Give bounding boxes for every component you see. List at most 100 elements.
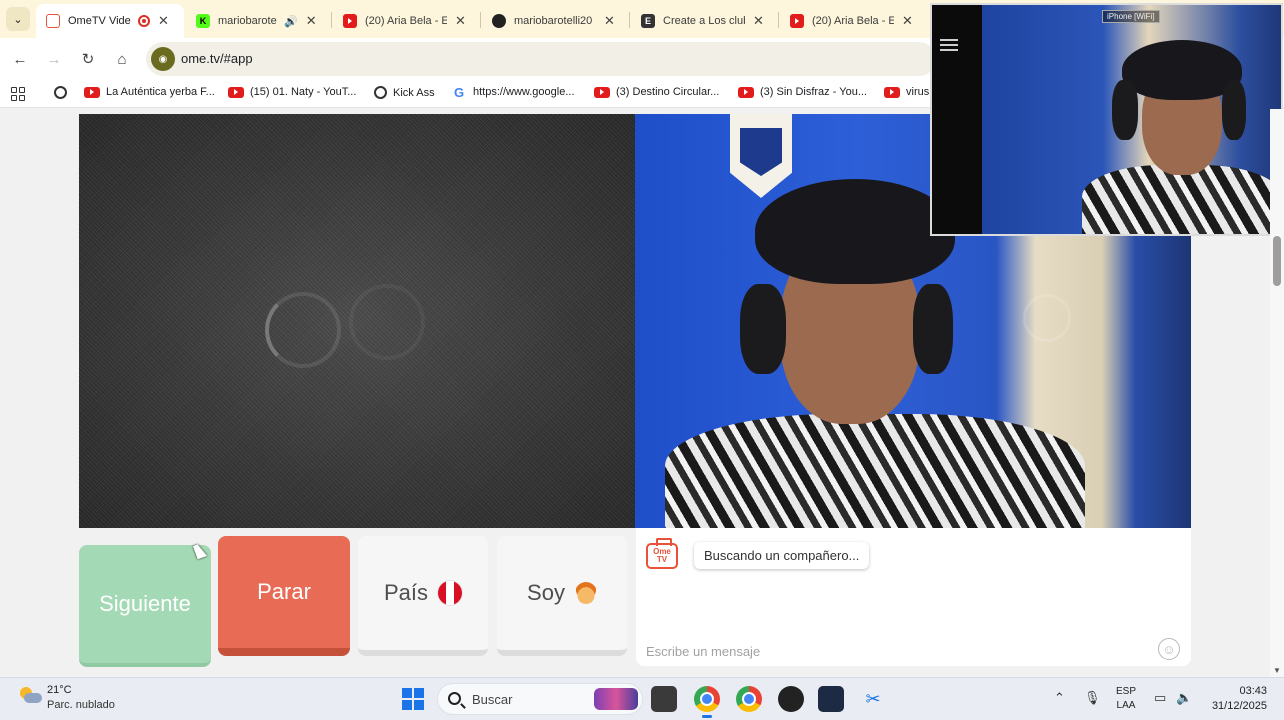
message-input[interactable] [646, 642, 1146, 660]
tab-create-club[interactable]: E Create a Los club ✕ [631, 4, 777, 38]
close-tab-icon[interactable]: ✕ [753, 13, 764, 29]
chevron-up-icon[interactable]: ⌃ [1054, 690, 1065, 706]
pip-device-label: iPhone [WiFi] [1102, 10, 1160, 23]
chrome-profile-icon[interactable] [736, 686, 762, 712]
country-button[interactable]: País [358, 536, 488, 656]
microphone-icon[interactable]: 🎙 [1084, 690, 1101, 706]
boy-emoji-icon [574, 582, 597, 604]
back-arrow-icon[interactable]: ← [9, 48, 31, 70]
network-icon[interactable]: ▭ [1154, 690, 1166, 706]
tab-title: mariobarote [218, 15, 277, 27]
search-icon [448, 692, 461, 705]
youtube-icon [790, 14, 804, 28]
loading-spinner-icon [265, 292, 341, 368]
tab-title: (20) Aria Bela - E [812, 15, 894, 27]
chrome-icon[interactable] [694, 686, 720, 718]
close-tab-icon[interactable]: ✕ [902, 13, 913, 29]
youtube-icon [84, 86, 100, 98]
obs-icon[interactable] [778, 686, 804, 712]
tab-github[interactable]: mariobarotelli20 ✕ [482, 4, 628, 38]
youtube-icon [228, 86, 244, 98]
address-bar[interactable]: ◉ ome.tv/#app [146, 42, 936, 76]
stop-button[interactable]: Parar [218, 536, 350, 656]
search-highlight-image [594, 688, 638, 710]
loading-spinner-icon [349, 284, 425, 360]
language-indicator[interactable]: ESP LAA [1116, 685, 1136, 713]
weather-cloud-sun-icon[interactable] [18, 687, 42, 705]
tab-title: OmeTV Vide [68, 15, 131, 27]
bookmark-item[interactable]: (3) Sin Disfraz - You... [738, 86, 867, 98]
github-icon [492, 14, 506, 28]
system-clock[interactable]: 03:43 31/12/2025 [1205, 684, 1267, 714]
ometv-logo-icon: Ome TV [646, 543, 678, 569]
bookmark-item[interactable] [54, 86, 73, 99]
youtube-icon [594, 86, 610, 98]
bookmark-label: https://www.google... [473, 86, 575, 98]
bookmark-item[interactable]: Kick Ass [374, 86, 435, 99]
gender-button[interactable]: Soy [497, 536, 627, 656]
bookmark-label: (3) Destino Circular... [616, 86, 720, 98]
file-explorer-icon[interactable] [651, 686, 677, 712]
bookmark-item[interactable]: La Auténtica yerba F... [84, 86, 215, 98]
speaker-icon[interactable]: 🔊 [284, 15, 298, 28]
phone-camera-overlay: iPhone [WiFi] [930, 3, 1283, 236]
hamburger-menu-icon[interactable] [940, 39, 958, 51]
bookmark-item[interactable]: G https://www.google... [451, 84, 575, 100]
close-tab-icon[interactable]: ✕ [604, 13, 615, 29]
next-button[interactable]: Siguiente [79, 545, 211, 667]
page-scrollbar[interactable]: ▼ [1270, 109, 1284, 677]
kick-icon: K [196, 14, 210, 28]
youtube-icon [343, 14, 357, 28]
tab-youtube-1[interactable]: (20) Aria Bela - E ✕ [333, 4, 479, 38]
reload-icon[interactable]: ↻ [77, 48, 99, 70]
peru-flag-icon [438, 581, 463, 605]
globe-icon [374, 86, 387, 99]
url-text[interactable]: ome.tv/#app [181, 51, 253, 66]
close-tab-icon[interactable]: ✕ [306, 13, 317, 29]
tab-ometv[interactable]: OmeTV Vide ✕ [36, 4, 184, 38]
tab-search-chevron-icon[interactable]: ⌄ [6, 7, 30, 31]
pip-sidebar [932, 5, 982, 234]
bookmark-label: Kick Ass [393, 86, 435, 99]
bookmark-label: virus [906, 86, 930, 98]
search-label: Buscar [472, 692, 513, 707]
temperature[interactable]: 21°C [47, 684, 72, 696]
tab-title: (20) Aria Bela - E [365, 15, 447, 27]
volume-icon[interactable]: 🔈 [1176, 690, 1192, 706]
country-button-label: País [383, 580, 429, 605]
scrollbar-thumb[interactable] [1273, 236, 1281, 286]
status-message: Buscando un compañero... [694, 542, 870, 569]
emoji-picker-icon[interactable]: ☺ [1158, 638, 1180, 660]
close-tab-icon[interactable]: ✕ [158, 13, 169, 29]
stop-button-label: Parar [257, 579, 311, 604]
recording-icon [138, 15, 150, 27]
tab-title: mariobarotelli20 [514, 15, 593, 27]
weather-description[interactable]: Parc. nublado [47, 699, 115, 711]
taskbar-search[interactable]: Buscar [437, 683, 643, 715]
globe-icon [54, 86, 67, 99]
close-tab-icon[interactable]: ✕ [455, 13, 466, 29]
tab-kick[interactable]: K mariobarote 🔊 ✕ [186, 4, 330, 38]
google-icon: G [453, 84, 465, 100]
snipping-tool-icon[interactable]: ✂ [860, 686, 886, 712]
home-icon[interactable]: ⌂ [111, 48, 133, 70]
bookmark-item[interactable]: (15) 01. Naty - YouT... [228, 86, 356, 98]
bookmark-label: La Auténtica yerba F... [106, 86, 215, 98]
site-info-icon[interactable]: ◉ [151, 47, 175, 71]
youtube-icon [738, 86, 754, 98]
start-windows-icon[interactable] [402, 688, 424, 710]
chat-panel: Ome TV Buscando un compañero... ☺ [636, 528, 1191, 666]
apps-grid-icon[interactable] [11, 87, 25, 101]
bookmark-item[interactable]: virus [884, 86, 929, 98]
forward-arrow-icon[interactable]: → [43, 48, 65, 70]
windows-taskbar: 21°C Parc. nublado Buscar ✂ ⌃ 🎙 ESP LAA … [0, 677, 1284, 720]
bookmark-item[interactable]: (3) Destino Circular... [594, 86, 719, 98]
camera-app-icon[interactable] [818, 686, 844, 712]
scroll-down-arrow-icon[interactable]: ▼ [1273, 666, 1281, 675]
bookmark-label: (15) 01. Naty - YouT... [250, 86, 357, 98]
tab-title: Create a Los club [663, 15, 745, 27]
pip-video-image [982, 5, 1281, 234]
tab-youtube-2[interactable]: (20) Aria Bela - E ✕ [780, 4, 926, 38]
ometv-icon [46, 14, 60, 28]
next-button-label: Siguiente [99, 591, 191, 616]
